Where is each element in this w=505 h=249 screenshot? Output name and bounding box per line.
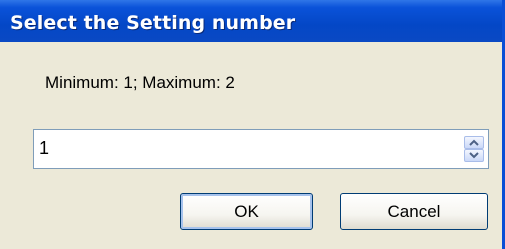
- dialog-title: Select the Setting number: [10, 12, 296, 34]
- dialog-titlebar[interactable]: Select the Setting number: [0, 0, 502, 42]
- spin-buttons: [464, 136, 484, 162]
- setting-number-spinbox[interactable]: [33, 129, 489, 169]
- cancel-button[interactable]: Cancel: [340, 193, 488, 230]
- chevron-down-icon: [469, 152, 479, 159]
- spin-up-button[interactable]: [464, 136, 484, 149]
- setting-number-input[interactable]: [39, 138, 439, 159]
- range-prompt: Minimum: 1; Maximum: 2: [45, 73, 235, 92]
- spin-down-button[interactable]: [464, 149, 484, 162]
- ok-button[interactable]: OK: [180, 193, 313, 230]
- chevron-up-icon: [469, 139, 479, 146]
- setting-number-dialog: Select the Setting number Minimum: 1; Ma…: [0, 0, 505, 249]
